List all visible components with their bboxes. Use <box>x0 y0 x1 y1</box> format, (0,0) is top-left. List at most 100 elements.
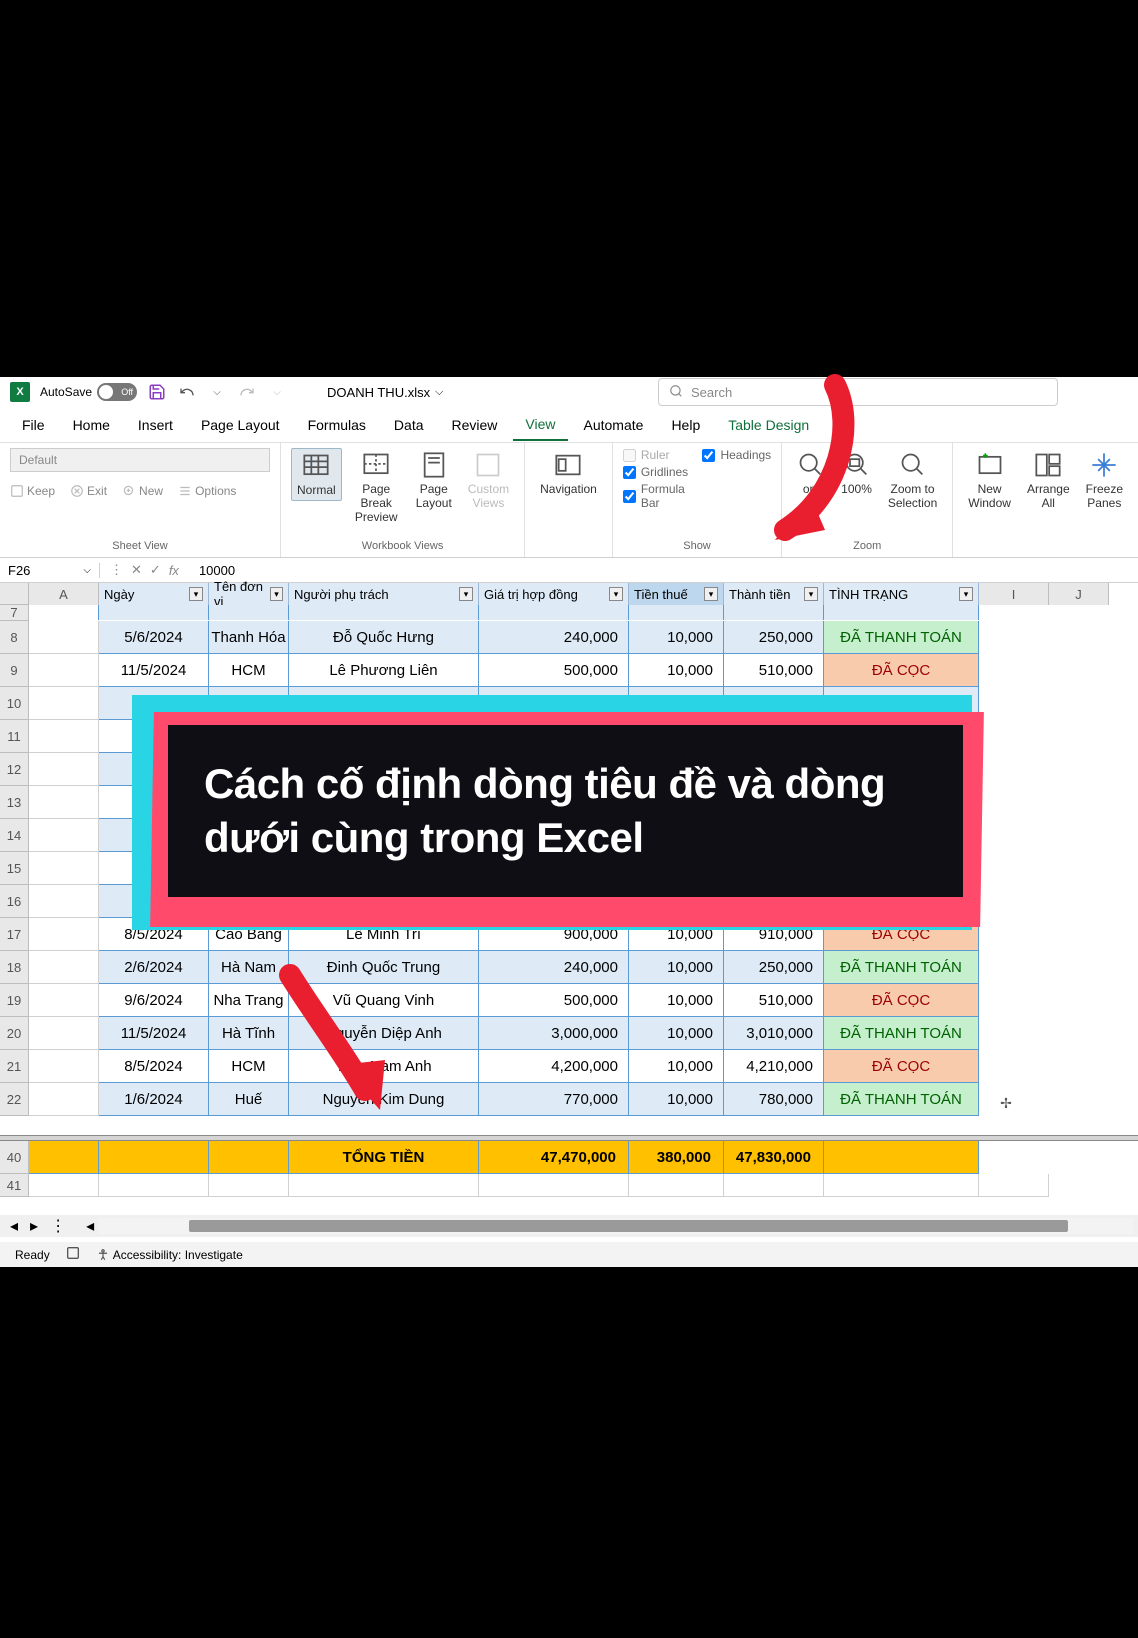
table-header-thue[interactable]: Tiền thuế▾ <box>629 583 724 605</box>
cell-ngay[interactable]: 1/6/2024 <box>99 1083 209 1116</box>
page-layout-button[interactable]: Page Layout <box>411 448 457 513</box>
filter-dropdown-icon[interactable]: ▾ <box>959 587 973 601</box>
table-header-giatri[interactable]: Giá trị hợp đồng▾ <box>479 583 629 605</box>
search-input[interactable]: Search <box>658 378 1058 406</box>
cell-donvi[interactable]: HCM <box>209 654 289 687</box>
ruler-checkbox[interactable]: Ruler <box>623 448 697 462</box>
cell-status[interactable]: ĐÃ THANH TOÁN <box>824 1083 979 1116</box>
cell-status[interactable]: ĐÃ THANH TOÁN <box>824 621 979 654</box>
row-header-40[interactable]: 40 <box>0 1141 29 1174</box>
zoom-button[interactable]: om <box>792 448 830 499</box>
cell-donvi[interactable]: Hà Nam <box>209 951 289 984</box>
sheet-view-combo[interactable]: Default <box>10 448 270 472</box>
sheet-next-icon[interactable]: ▸ <box>30 1216 38 1236</box>
filename[interactable]: DOANH THU.xlsx ⌵ <box>327 385 443 400</box>
cell-status[interactable]: ĐÃ THANH TOÁN <box>824 1017 979 1050</box>
row-header[interactable]: 21 <box>0 1050 29 1083</box>
tab-home[interactable]: Home <box>61 410 122 440</box>
cell-giatri[interactable]: 3,000,000 <box>479 1017 629 1050</box>
cell-thanhtien[interactable]: 510,000 <box>724 984 824 1017</box>
select-all-corner[interactable] <box>0 583 29 605</box>
row-header[interactable]: 7 <box>0 605 29 621</box>
cell-thue[interactable]: 10,000 <box>629 951 724 984</box>
row-header[interactable]: 8 <box>0 621 29 654</box>
row-header[interactable]: 16 <box>0 885 29 918</box>
options-button[interactable]: Options <box>178 484 236 498</box>
macro-icon[interactable] <box>65 1245 81 1264</box>
cell-ngay[interactable]: 2/6/2024 <box>99 951 209 984</box>
row-header[interactable]: 9 <box>0 654 29 687</box>
cell-thanhtien[interactable]: 250,000 <box>724 621 824 654</box>
cell-thanhtien[interactable]: 510,000 <box>724 654 824 687</box>
tab-view[interactable]: View <box>513 409 567 441</box>
formula-bar-checkbox[interactable]: Formula Bar <box>623 482 697 510</box>
tab-file[interactable]: File <box>10 410 57 440</box>
cell-nguoi[interactable]: Trần Nam Anh <box>289 1050 479 1083</box>
tab-data[interactable]: Data <box>382 410 436 440</box>
cell-nguoi[interactable]: Đinh Quốc Trung <box>289 951 479 984</box>
cell-ngay[interactable]: 5/6/2024 <box>99 621 209 654</box>
headings-checkbox[interactable]: Headings <box>702 448 771 462</box>
horizontal-scrollbar[interactable]: ◂ ▸ ⋮ ◂ <box>0 1215 1138 1237</box>
cell-thue[interactable]: 10,000 <box>629 654 724 687</box>
cell-nguoi[interactable]: Lê Phương Liên <box>289 654 479 687</box>
row-header[interactable]: 15 <box>0 852 29 885</box>
cell-status[interactable]: ĐÃ CỌC <box>824 654 979 687</box>
filter-dropdown-icon[interactable]: ▾ <box>704 587 718 601</box>
accessibility-status[interactable]: Accessibility: Investigate <box>96 1248 243 1262</box>
row-header[interactable]: 18 <box>0 951 29 984</box>
cell-giatri[interactable]: 240,000 <box>479 621 629 654</box>
cell-nguoi[interactable]: Nguyễn Kim Dung <box>289 1083 479 1116</box>
filter-dropdown-icon[interactable]: ▾ <box>189 587 203 601</box>
col-header-j[interactable]: J <box>1049 583 1109 605</box>
enter-icon[interactable]: ✓ <box>150 562 161 578</box>
cell-donvi[interactable]: Hà Tĩnh <box>209 1017 289 1050</box>
autosave-toggle[interactable]: AutoSave Off <box>40 383 137 401</box>
table-header-thanhtien[interactable]: Thành tiền▾ <box>724 583 824 605</box>
cell-donvi[interactable]: HCM <box>209 1050 289 1083</box>
filter-dropdown-icon[interactable]: ▾ <box>609 587 623 601</box>
table-header-nguoi[interactable]: Người phụ trách▾ <box>289 583 479 605</box>
arrange-all-button[interactable]: Arrange All <box>1022 448 1075 513</box>
tab-help[interactable]: Help <box>659 410 712 440</box>
formula-input[interactable]: 10000 <box>189 563 1138 578</box>
sheet-more-icon[interactable]: ⋮ <box>50 1216 66 1236</box>
undo-icon[interactable] <box>177 382 197 402</box>
save-icon[interactable] <box>147 382 167 402</box>
cell-status[interactable]: ĐÃ CỌC <box>824 1050 979 1083</box>
name-box[interactable]: F26⌵ <box>0 563 100 578</box>
row-header-41[interactable]: 41 <box>0 1174 29 1197</box>
tab-insert[interactable]: Insert <box>126 410 185 440</box>
cell-ngay[interactable]: 11/5/2024 <box>99 654 209 687</box>
cell-ngay[interactable]: 11/5/2024 <box>99 1017 209 1050</box>
cell-donvi[interactable]: Huế <box>209 1083 289 1116</box>
filter-dropdown-icon[interactable]: ▾ <box>270 587 283 601</box>
scroll-left-icon[interactable]: ◂ <box>86 1216 94 1236</box>
row-header[interactable]: 10 <box>0 687 29 720</box>
page-break-button[interactable]: Page Break Preview <box>348 448 405 527</box>
redo-icon[interactable] <box>237 382 257 402</box>
cell-thue[interactable]: 10,000 <box>629 1050 724 1083</box>
cell-giatri[interactable]: 770,000 <box>479 1083 629 1116</box>
cell-thanhtien[interactable]: 780,000 <box>724 1083 824 1116</box>
navigation-button[interactable]: Navigation <box>535 448 602 499</box>
cell-donvi[interactable]: Thanh Hóa <box>209 621 289 654</box>
row-header[interactable]: 14 <box>0 819 29 852</box>
cell-donvi[interactable]: Nha Trang <box>209 984 289 1017</box>
total-tien[interactable]: 47,830,000 <box>724 1141 824 1174</box>
filter-dropdown-icon[interactable]: ▾ <box>459 587 473 601</box>
cell-thue[interactable]: 10,000 <box>629 984 724 1017</box>
cell-giatri[interactable]: 240,000 <box>479 951 629 984</box>
cell-thanhtien[interactable]: 250,000 <box>724 951 824 984</box>
cell-thue[interactable]: 10,000 <box>629 1017 724 1050</box>
col-header-i[interactable]: I <box>979 583 1049 605</box>
tab-table-design[interactable]: Table Design <box>716 410 821 440</box>
cell-status[interactable]: ĐÃ CỌC <box>824 984 979 1017</box>
normal-view-button[interactable]: Normal <box>291 448 342 501</box>
zoom-100-button[interactable]: 100% <box>836 448 877 499</box>
row-header[interactable]: 11 <box>0 720 29 753</box>
more-icon[interactable]: ⋮ <box>110 562 123 578</box>
cell-giatri[interactable]: 4,200,000 <box>479 1050 629 1083</box>
total-thue[interactable]: 380,000 <box>629 1141 724 1174</box>
cell-thue[interactable]: 10,000 <box>629 1083 724 1116</box>
